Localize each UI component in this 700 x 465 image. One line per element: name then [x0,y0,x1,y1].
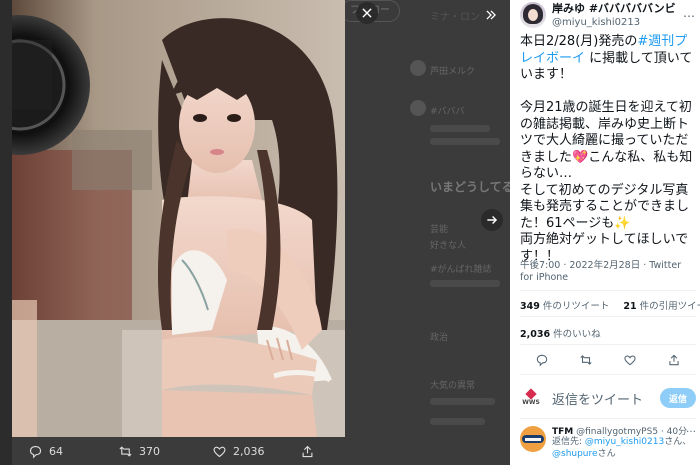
background-avatar [410,100,426,116]
photo-retweet-count: 370 [139,445,160,458]
retweet-action[interactable] [579,352,593,371]
tweet-text-segment: 本日2/28(月)発売の [520,34,638,49]
tweet-text-segment: 両方絶対ゲットしてほしいです！！ [520,232,689,264]
sparkling-heart-emoji-icon: 💖 [572,149,589,165]
retweets-value: 349 [520,301,540,312]
replying-to-joiner: さん、 [664,437,692,447]
background-row-ghost [430,138,500,145]
tweet-timestamp[interactable]: 午後7:00 · 2022年2月28日 · Twitter for iPhone [520,260,696,284]
divider [520,344,696,345]
background-row-ghost [430,418,485,425]
likes-stat[interactable]: 2,036 件のいいね [520,326,601,340]
quotes-stat[interactable]: 21 件の引用ツイート [623,301,700,312]
replying-to-suffix: さん [597,449,616,459]
tweet-photo[interactable] [12,0,345,437]
divider [520,418,696,419]
arrow-right-icon [487,216,498,224]
background-avatar [410,60,426,76]
author-avatar[interactable] [520,2,546,28]
heart-icon [213,446,226,458]
avatar-face [528,9,538,21]
replying-to: 返信先: @miyu_kishi0213さん、 @shupureさん [552,436,700,460]
reply-author-avatar[interactable] [520,426,546,452]
sparkles-emoji-icon: ✨ [614,215,631,231]
tweet-text-segment: そして初めてのデジタル写真集も発売することができました！61ページも [520,182,690,231]
background-row: #バババ [430,107,465,117]
background-trend-row: 政治 [430,333,449,343]
likes-value: 2,036 [520,329,551,340]
tweet-author[interactable]: 岸みゆ #バババババンビ @miyu_kishi0213 [520,2,676,30]
share-icon [302,445,313,458]
retweet-icon [119,446,132,457]
photo-illustration [12,0,345,437]
tweet-detail-panel: 岸みゆ #バババババンビ @miyu_kishi0213 … 本日2/28(月)… [510,0,700,465]
divider [520,290,696,291]
photo-reply-count: 64 [49,445,63,458]
retweet-icon [580,355,592,365]
heart-icon [624,355,636,366]
collapse-panel-button[interactable] [480,4,502,26]
tweet-body: 本日2/28(月)発売の#週刊プレイボーイ に掲載して頂いています！ 今月21歳… [520,34,696,265]
photo-like-action[interactable]: 2,036 [212,444,265,459]
retweets-label: 件のリツイート [542,301,610,312]
wws-logo-text: WWS [522,399,540,406]
photo-like-count: 2,036 [233,445,265,458]
reply-submit-button[interactable]: 返信 [660,388,696,408]
close-icon [362,8,372,18]
mention-link[interactable]: @miyu_kishi0213 [585,437,664,447]
background-trend-row: 大気の異常 [430,381,476,391]
retweets-stat[interactable]: 349 件のリツイート [520,301,609,312]
photo-reply-action[interactable]: 64 [28,444,63,459]
background-row-ghost [430,398,495,405]
reply-icon [29,445,42,459]
author-display-name[interactable]: 岸みゆ #バババババンビ [552,2,676,16]
mention-link[interactable]: @shupure [552,449,598,459]
reply-input[interactable]: 返信をツイート [552,389,660,408]
photo-share-action[interactable] [300,444,315,459]
divider [520,374,696,375]
quotes-value: 21 [623,301,637,312]
reply-icon [536,354,548,367]
current-user-avatar[interactable]: WWS [520,387,542,409]
reply-action[interactable] [535,352,549,371]
double-chevron-right-icon [486,10,496,20]
author-handle[interactable]: @miyu_kishi0213 [552,16,676,30]
photo-retweet-action[interactable]: 370 [118,444,160,459]
reply-composer: WWS 返信をツイート 返信 [520,384,696,412]
background-row-ghost [430,280,500,287]
share-action[interactable] [667,352,681,371]
background-trend-heading: いまどうしてる [430,180,510,194]
background-row: 芦田メルク [430,67,476,77]
close-button[interactable] [356,2,378,24]
like-action[interactable] [623,352,637,371]
photo-action-bar: 64 370 2,036 [0,437,510,465]
more-options-icon[interactable]: … [683,6,695,20]
background-edge [0,0,12,465]
tweet-retweet-quote-stats: 349 件のリツイート 21 件の引用ツイート [520,298,700,312]
author-names: 岸みゆ #バババババンビ @miyu_kishi0213 [552,2,676,30]
tweet-action-bar [520,352,696,371]
background-row-ghost [430,125,490,132]
background-trend-row: #がんばれ雑誌 [430,265,492,275]
wws-logo-icon [525,388,537,400]
replying-to-prefix: 返信先: [552,437,585,447]
avatar-graphic [525,438,541,441]
quotes-label: 件の引用ツイート [639,301,700,312]
divider [520,316,696,317]
share-icon [669,354,679,366]
more-options-icon[interactable]: … [686,424,696,435]
background-trend-row: 好きな人 [430,241,467,251]
next-image-button[interactable] [481,209,503,231]
likes-label: 件のいいね [553,329,601,340]
